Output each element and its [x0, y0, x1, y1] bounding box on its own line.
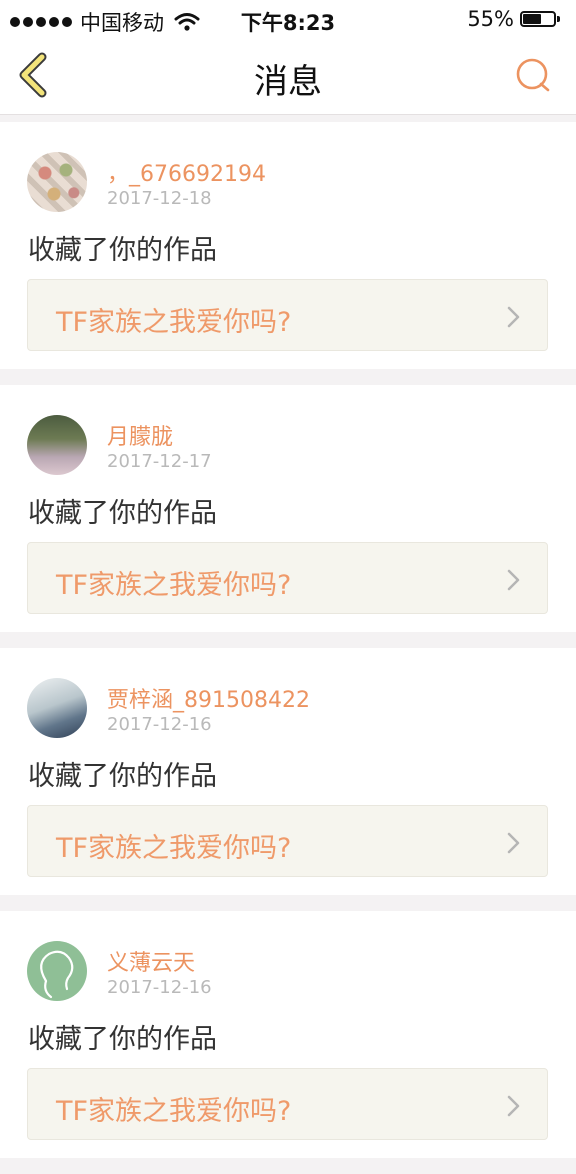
- message-date: 2017-12-17: [107, 451, 212, 472]
- status-right: 55%: [467, 7, 564, 31]
- action-text: 收藏了你的作品: [28, 1024, 217, 1055]
- message-date: 2017-12-16: [107, 977, 212, 998]
- avatar[interactable]: [27, 152, 87, 212]
- avatar[interactable]: [27, 415, 87, 475]
- username[interactable]: ，_676692194: [107, 156, 266, 188]
- search-button[interactable]: [514, 56, 554, 96]
- work-link-button[interactable]: TF家族之我爱你吗?: [27, 542, 548, 614]
- navigation-bar: 消息: [0, 38, 576, 115]
- chevron-right-icon: [507, 1095, 520, 1117]
- work-title: TF家族之我爱你吗?: [56, 1096, 292, 1127]
- username[interactable]: 月朦胧: [107, 419, 173, 451]
- battery-icon: [520, 9, 564, 29]
- work-title: TF家族之我爱你吗?: [56, 570, 292, 601]
- work-link-button[interactable]: TF家族之我爱你吗?: [27, 1068, 548, 1140]
- chevron-left-icon: [19, 52, 47, 98]
- chevron-right-icon: [507, 306, 520, 328]
- username[interactable]: 贾梓涵_891508422: [107, 682, 310, 714]
- back-button[interactable]: [14, 52, 54, 98]
- message-list: ，_676692194 2017-12-18 收藏了你的作品 TF家族之我爱你吗…: [0, 122, 576, 1174]
- avatar[interactable]: [27, 941, 87, 1001]
- work-title: TF家族之我爱你吗?: [56, 833, 292, 864]
- message-date: 2017-12-18: [107, 188, 212, 209]
- chevron-right-icon: [507, 832, 520, 854]
- action-text: 收藏了你的作品: [28, 498, 217, 529]
- chevron-right-icon: [507, 569, 520, 591]
- message-card: 月朦胧 2017-12-17 收藏了你的作品 TF家族之我爱你吗?: [0, 385, 576, 632]
- search-icon: [516, 58, 550, 92]
- action-text: 收藏了你的作品: [28, 235, 217, 266]
- username[interactable]: 义薄云天: [107, 945, 195, 977]
- page-title: 消息: [254, 62, 322, 102]
- message-card: 贾梓涵_891508422 2017-12-16 收藏了你的作品 TF家族之我爱…: [0, 648, 576, 895]
- message-date: 2017-12-16: [107, 714, 212, 735]
- battery-percent: 55%: [467, 7, 514, 31]
- message-card: ，_676692194 2017-12-18 收藏了你的作品 TF家族之我爱你吗…: [0, 122, 576, 369]
- avatar[interactable]: [27, 678, 87, 738]
- work-link-button[interactable]: TF家族之我爱你吗?: [27, 279, 548, 351]
- default-avatar-icon: [40, 950, 74, 999]
- work-title: TF家族之我爱你吗?: [56, 307, 292, 338]
- action-text: 收藏了你的作品: [28, 761, 217, 792]
- work-link-button[interactable]: TF家族之我爱你吗?: [27, 805, 548, 877]
- status-bar: 中国移动 下午8:23 55%: [0, 0, 576, 38]
- message-card: 义薄云天 2017-12-16 收藏了你的作品 TF家族之我爱你吗?: [0, 911, 576, 1158]
